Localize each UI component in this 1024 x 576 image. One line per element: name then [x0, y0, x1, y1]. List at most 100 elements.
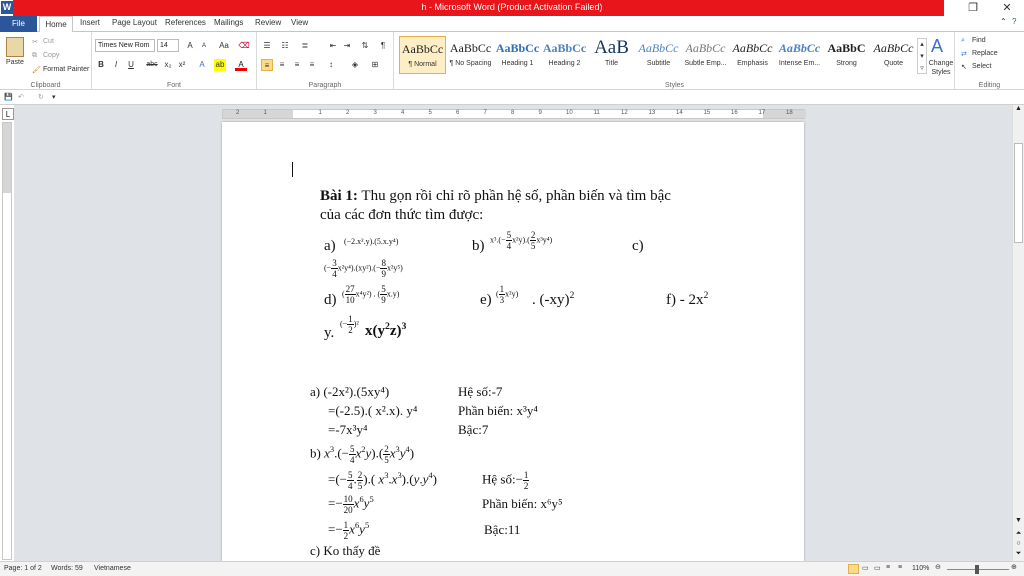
increase-indent-icon[interactable]: ⇥ [341, 40, 353, 52]
tab-page-layout[interactable]: Page Layout [112, 18, 157, 27]
tab-file[interactable]: File [0, 16, 37, 32]
editing-label: Editing [978, 82, 1001, 89]
bold-button[interactable]: B [95, 59, 107, 71]
style-quote[interactable]: AaBbCc Quote [870, 36, 917, 74]
tab-insert[interactable]: Insert [80, 18, 100, 27]
tab-review[interactable]: Review [255, 18, 281, 27]
italic-button[interactable]: I [110, 59, 122, 71]
cut-button[interactable]: Cut [43, 38, 54, 45]
ruler-tick-label: 1 [263, 110, 267, 116]
bullets-icon[interactable]: ☰ [261, 40, 273, 52]
find-button[interactable]: Find [972, 37, 986, 44]
highlight-color-icon[interactable]: ab [214, 59, 226, 71]
title-bar: W h - Microsoft Word (Product Activation… [0, 0, 1024, 16]
style-heading-1[interactable]: AaBbCc Heading 1 [494, 36, 541, 74]
web-layout-icon[interactable]: ▭ [874, 564, 881, 572]
problem-e-label: e) [480, 292, 492, 308]
superscript-button[interactable]: x² [176, 59, 188, 71]
tab-home[interactable]: Home [39, 16, 73, 33]
scroll-down-icon[interactable]: ▼ [1013, 517, 1024, 528]
underline-button[interactable]: U [125, 59, 137, 71]
copy-button[interactable]: Copy [43, 52, 59, 59]
style-subtitle[interactable]: AaBbCc Subtitle [635, 36, 682, 74]
select-button[interactable]: Select [972, 63, 991, 70]
tab-selector-icon[interactable]: L [2, 108, 14, 120]
close-button[interactable]: ✕ [992, 0, 1022, 16]
font-name-combo[interactable]: Times New Rom [95, 39, 155, 52]
horizontal-ruler[interactable]: 2 1 1 2 3 4 5 6 7 8 9 10 11 12 13 14 15 16 17 18 [222, 109, 806, 119]
save-icon[interactable]: 💾 [4, 93, 13, 101]
change-styles-button[interactable]: Change Styles [927, 59, 955, 77]
decrease-indent-icon[interactable]: ⇤ [327, 40, 339, 52]
vertical-ruler[interactable] [2, 122, 12, 560]
next-page-icon[interactable]: ⏷ [1013, 550, 1024, 561]
document-page[interactable]: Bài 1: Thu gọn rồi chỉ rõ phần hệ số, ph… [222, 122, 804, 562]
ruler-tick-label: 2 [346, 110, 350, 116]
zoom-level[interactable]: 110% [912, 565, 929, 572]
full-screen-reading-icon[interactable]: ▭ [862, 564, 869, 572]
multilevel-list-icon[interactable]: ≣ [299, 40, 311, 52]
ruler-tick-label: 2 [236, 110, 240, 116]
ruler-tick-label: 5 [428, 110, 432, 116]
show-marks-button[interactable]: ¶ [377, 40, 389, 52]
subscript-button[interactable]: x₂ [162, 59, 174, 71]
text-effects-icon[interactable]: A [196, 59, 208, 71]
paste-button[interactable]: Paste [6, 59, 24, 66]
tab-references[interactable]: References [165, 18, 206, 27]
outline-icon[interactable]: ≡ [886, 564, 890, 571]
styles-scroll-icon[interactable]: ▴ ▾ ▿ [917, 38, 927, 74]
change-case-button[interactable]: Aa [216, 40, 232, 52]
draft-icon[interactable]: ≡ [898, 564, 902, 571]
style-title[interactable]: AaB Title [588, 36, 635, 74]
zoom-slider-thumb[interactable] [975, 565, 979, 574]
format-painter-button[interactable]: Format Painter [43, 66, 89, 73]
zoom-in-icon[interactable]: ⊕ [1011, 563, 1017, 571]
strikethrough-button[interactable]: abc [144, 59, 160, 71]
justify-icon[interactable]: ≡ [306, 59, 318, 71]
vertical-scrollbar[interactable]: ▲ ▼ ⏶ ○ ⏷ [1012, 105, 1024, 561]
replace-button[interactable]: Replace [972, 50, 998, 57]
font-label: Font [166, 82, 181, 89]
numbering-icon[interactable]: ☷ [279, 40, 291, 52]
shading-icon[interactable]: ◈ [349, 59, 361, 71]
change-styles-icon[interactable]: A [931, 36, 943, 57]
ruler-tick-label: 11 [593, 110, 600, 116]
shrink-font-button[interactable]: A [198, 40, 210, 52]
style-emphasis[interactable]: AaBbCc Emphasis [729, 36, 776, 74]
sort-icon[interactable]: ⇅ [359, 40, 371, 52]
customize-qat-icon[interactable]: ▾ [52, 93, 56, 101]
borders-icon[interactable]: ⊞ [369, 59, 381, 71]
style-heading-2[interactable]: AaBbCc Heading 2 [541, 36, 588, 74]
help-icon[interactable]: ? [1012, 17, 1016, 26]
clear-formatting-icon[interactable]: ⌫ [238, 40, 250, 52]
collapse-ribbon-icon[interactable]: ⌃ [1000, 17, 1007, 26]
scroll-up-icon[interactable]: ▲ [1013, 105, 1024, 116]
paste-icon[interactable] [6, 37, 24, 57]
undo-icon[interactable]: ↶ [18, 93, 24, 101]
font-size-combo[interactable]: 14 [157, 39, 179, 52]
line-spacing-icon[interactable]: ↕ [325, 59, 337, 71]
style-intense-emphasis[interactable]: AaBbCc Intense Em... [776, 36, 823, 74]
align-left-icon[interactable]: ≡ [261, 59, 273, 71]
tab-view[interactable]: View [291, 18, 308, 27]
style-normal[interactable]: AaBbCc ¶ Normal [399, 36, 446, 74]
scroll-thumb[interactable] [1014, 143, 1023, 243]
print-layout-icon[interactable] [848, 564, 859, 574]
grow-font-button[interactable]: A [184, 40, 196, 52]
language-indicator[interactable]: Vietnamese [94, 565, 131, 572]
zoom-out-icon[interactable]: ⊖ [935, 563, 941, 571]
ruler-tick-label: 8 [511, 110, 515, 116]
align-center-icon[interactable]: ≡ [276, 59, 288, 71]
word-count[interactable]: Words: 59 [51, 565, 83, 572]
page-count[interactable]: Page: 1 of 2 [4, 565, 42, 572]
style-no-spacing[interactable]: AaBbCc ¶ No Spacing [447, 36, 494, 74]
redo-icon[interactable]: ↻ [38, 93, 44, 101]
style-strong[interactable]: AaBbC Strong [823, 36, 870, 74]
problem-b-label: b) [472, 238, 485, 254]
restore-button[interactable]: ❐ [958, 0, 988, 16]
font-color-icon[interactable]: A [235, 59, 247, 71]
problem-y-label: y. [324, 325, 335, 341]
tab-mailings[interactable]: Mailings [214, 18, 243, 27]
align-right-icon[interactable]: ≡ [291, 59, 303, 71]
style-subtle-emphasis[interactable]: AaBbCc Subtle Emp... [682, 36, 729, 74]
